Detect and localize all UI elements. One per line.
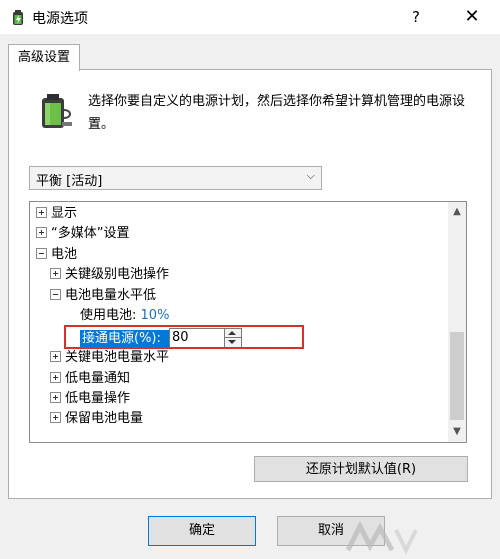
close-icon: ✕ bbox=[464, 6, 480, 27]
settings-tree[interactable]: 显示 “多媒体”设置 电池 关键级别电池操作 电池电量水平低 使用电池: 10%… bbox=[29, 201, 467, 443]
tree-item-battery[interactable]: 电池 bbox=[36, 245, 77, 265]
window-title: 电源选项 bbox=[32, 11, 88, 27]
tree-item-critical-battery-action[interactable]: 关键级别电池操作 bbox=[50, 265, 169, 285]
expand-icon[interactable] bbox=[36, 227, 47, 238]
tree-item-reserve-battery-level[interactable]: 保留电池电量 bbox=[50, 409, 143, 429]
highlight-box bbox=[64, 325, 304, 349]
tree-item-label: 保留电池电量 bbox=[65, 411, 144, 426]
tree-item-display[interactable]: 显示 bbox=[36, 204, 77, 224]
tree-item-critical-battery-level[interactable]: 关键电池电量水平 bbox=[50, 348, 169, 368]
scroll-down-icon[interactable]: ▼ bbox=[448, 422, 466, 442]
tree-item-label: 使用电池: bbox=[80, 308, 137, 323]
battery-plan-icon bbox=[42, 94, 72, 128]
expand-icon[interactable] bbox=[36, 207, 47, 218]
tree-item-label: “多媒体”设置 bbox=[51, 226, 130, 241]
scroll-thumb[interactable] bbox=[450, 332, 464, 420]
tree-item-label: 关键级别电池操作 bbox=[65, 267, 170, 282]
close-button[interactable]: ✕ bbox=[452, 4, 492, 30]
tree-item-label: 电池电量水平低 bbox=[65, 288, 157, 303]
power-options-icon bbox=[13, 10, 23, 25]
tab-advanced-settings[interactable]: 高级设置 bbox=[8, 44, 80, 71]
tree-item-low-battery-notification[interactable]: 低电量通知 bbox=[50, 369, 130, 389]
help-button[interactable]: ? bbox=[398, 4, 434, 30]
tree-item-label: 关键电池电量水平 bbox=[65, 350, 170, 365]
description-text: 选择你要自定义的电源计划，然后选择你希望计算机管理的电源设置。 bbox=[88, 94, 466, 132]
tree-item-label: 显示 bbox=[51, 206, 78, 221]
expand-icon[interactable] bbox=[50, 268, 61, 279]
cancel-button[interactable]: 取消 bbox=[277, 516, 385, 546]
restore-defaults-button[interactable]: 还原计划默认值(R) bbox=[254, 456, 468, 482]
collapse-icon[interactable] bbox=[36, 248, 47, 259]
power-plan-select[interactable]: 平衡 [活动] ⌵ bbox=[29, 166, 322, 190]
title-bar: 电源选项 ? ✕ bbox=[0, 0, 500, 34]
collapse-icon[interactable] bbox=[50, 289, 61, 300]
ok-button[interactable]: 确定 bbox=[148, 516, 256, 546]
tree-item-low-battery-action[interactable]: 低电量操作 bbox=[50, 389, 130, 409]
chevron-down-icon: ⌵ bbox=[306, 169, 315, 182]
power-plan-value: 平衡 [活动] bbox=[36, 174, 103, 189]
on-battery-value[interactable]: 10% bbox=[141, 308, 170, 323]
expand-icon[interactable] bbox=[50, 392, 61, 403]
tree-item-low-battery-level[interactable]: 电池电量水平低 bbox=[50, 286, 156, 306]
tree-scrollbar[interactable]: ▲ ▼ bbox=[448, 202, 466, 442]
tree-item-on-battery[interactable]: 使用电池: 10% bbox=[80, 306, 169, 326]
expand-icon[interactable] bbox=[50, 351, 61, 362]
tree-item-label: 低电量操作 bbox=[65, 391, 131, 406]
tree-item-label: 低电量通知 bbox=[65, 371, 131, 386]
expand-icon[interactable] bbox=[50, 372, 61, 383]
scroll-up-icon[interactable]: ▲ bbox=[448, 202, 466, 222]
tree-item-multimedia[interactable]: “多媒体”设置 bbox=[36, 224, 129, 244]
tree-item-label: 电池 bbox=[51, 247, 78, 262]
expand-icon[interactable] bbox=[50, 412, 61, 423]
